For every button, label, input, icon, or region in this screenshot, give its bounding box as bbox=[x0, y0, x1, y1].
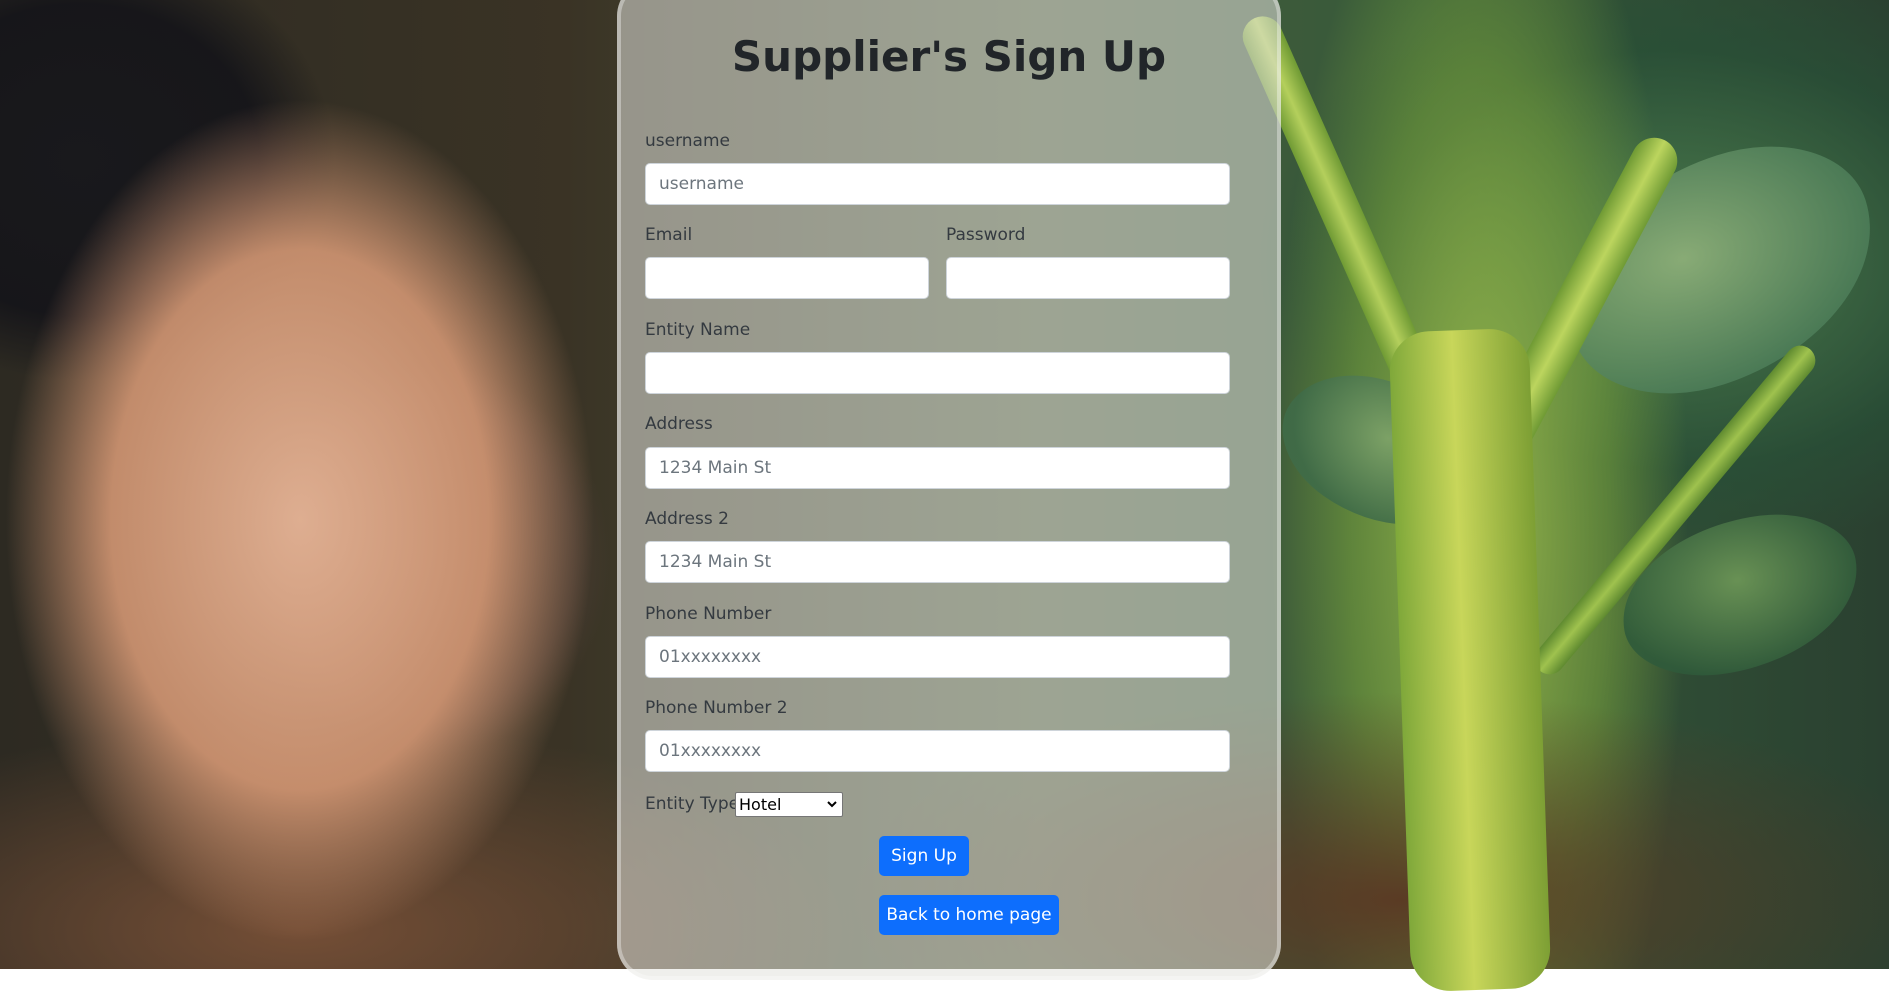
entity-type-select[interactable]: Hotel bbox=[735, 792, 843, 817]
back-home-button[interactable]: Back to home page bbox=[879, 895, 1059, 935]
password-label: Password bbox=[946, 225, 1026, 245]
username-label: username bbox=[645, 131, 730, 151]
entity-name-label: Entity Name bbox=[645, 320, 751, 340]
page-title: Supplier's Sign Up bbox=[731, 32, 1167, 81]
plant-stem bbox=[1388, 327, 1552, 992]
email-field[interactable] bbox=[645, 257, 929, 299]
phone2-input[interactable] bbox=[645, 730, 1230, 772]
entity-name-input[interactable] bbox=[645, 352, 1230, 394]
phone-input[interactable] bbox=[645, 636, 1230, 678]
entity-type-selected: Hotel bbox=[739, 795, 782, 814]
phone-label: Phone Number bbox=[645, 604, 772, 624]
username-input[interactable] bbox=[645, 163, 1230, 205]
email-label: Email bbox=[645, 225, 693, 245]
chevron-down-icon bbox=[827, 801, 837, 808]
entity-type-label: Entity Type bbox=[645, 794, 740, 814]
address2-label: Address 2 bbox=[645, 509, 729, 529]
address-label: Address bbox=[645, 414, 713, 434]
password-field[interactable] bbox=[946, 257, 1230, 299]
address2-input[interactable] bbox=[645, 541, 1230, 583]
phone2-label: Phone Number 2 bbox=[645, 698, 788, 718]
signup-button[interactable]: Sign Up bbox=[879, 836, 969, 876]
address-input[interactable] bbox=[645, 447, 1230, 489]
